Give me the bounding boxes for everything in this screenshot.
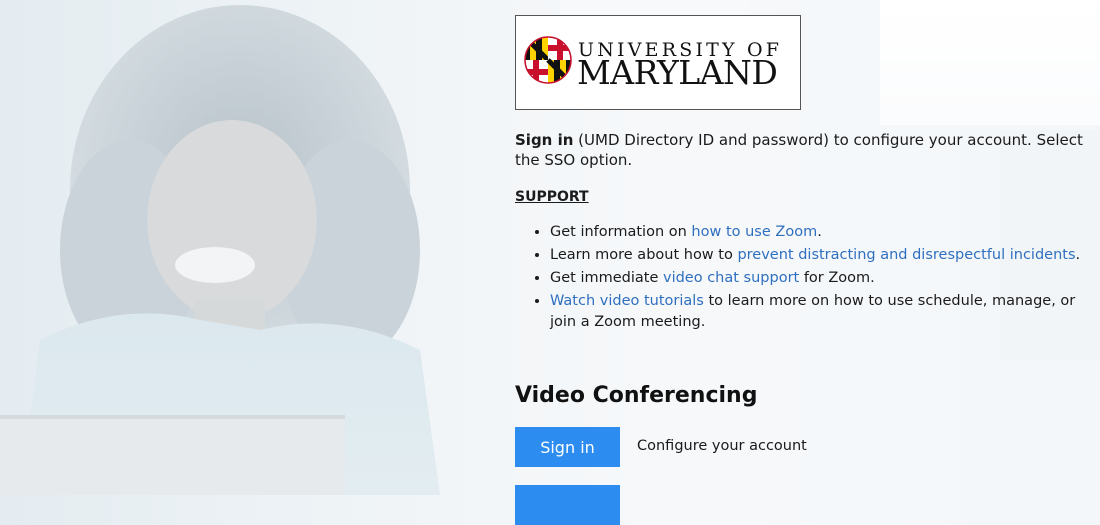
video-conferencing-heading: Video Conferencing xyxy=(515,383,758,408)
intro-text: (UMD Directory ID and password) to confi… xyxy=(515,131,1083,169)
list-item: Get immediate video chat support for Zoo… xyxy=(550,268,1085,289)
support-heading: SUPPORT xyxy=(515,189,589,205)
secondary-button[interactable] xyxy=(515,485,620,525)
window-glow xyxy=(880,0,1100,120)
list-item: Watch video tutorials to learn more on h… xyxy=(550,291,1085,333)
list-item-text: Learn more about how to xyxy=(550,247,738,263)
video-chat-support-link[interactable]: video chat support xyxy=(663,270,799,286)
maryland-flag-icon xyxy=(524,36,572,84)
watch-video-tutorials-link[interactable]: Watch video tutorials xyxy=(550,293,704,309)
list-item-text: for Zoom. xyxy=(799,270,875,286)
list-item: Get information on how to use Zoom. xyxy=(550,222,1085,243)
sign-in-button[interactable]: Sign in xyxy=(515,427,620,467)
intro-paragraph: Sign in (UMD Directory ID and password) … xyxy=(515,130,1090,170)
list-item: Learn more about how to prevent distract… xyxy=(550,245,1085,266)
list-item-text: . xyxy=(1075,247,1081,263)
configure-account-text: Configure your account xyxy=(637,438,807,454)
list-item-text: . xyxy=(817,224,822,240)
umd-logo: UNIVERSITY OF MARYLAND xyxy=(515,15,801,110)
logo-text-maryland: MARYLAND xyxy=(577,53,778,92)
prevent-incidents-link[interactable]: prevent distracting and disrespectful in… xyxy=(737,247,1075,263)
list-item-text: Get immediate xyxy=(550,270,663,286)
how-to-use-zoom-link[interactable]: how to use Zoom xyxy=(691,224,817,240)
support-list: Get information on how to use Zoom. Lear… xyxy=(515,222,1085,335)
list-item-text: Get information on xyxy=(550,224,692,240)
intro-sign-in-bold: Sign in xyxy=(515,131,574,149)
